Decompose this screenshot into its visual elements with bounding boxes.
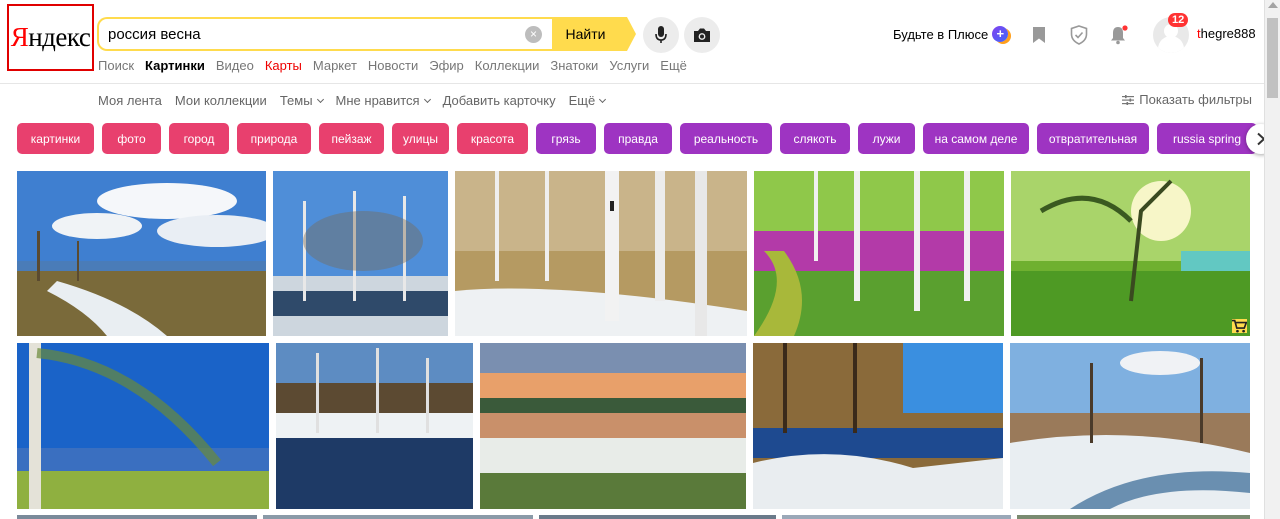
chip-query[interactable]: грязь	[536, 123, 596, 154]
plus-badge-icon: +	[992, 26, 1009, 42]
chip-query[interactable]: природа	[237, 123, 311, 154]
tab-collections[interactable]: Коллекции	[475, 58, 540, 73]
filters-icon	[1122, 94, 1135, 105]
bookmark-icon[interactable]	[1028, 24, 1050, 46]
shield-icon[interactable]	[1068, 24, 1090, 46]
image-result[interactable]	[276, 343, 473, 509]
search-form: × Найти	[97, 17, 636, 51]
notification-count-badge: 12	[1168, 13, 1189, 27]
tab-more[interactable]: Ещё	[660, 58, 687, 73]
tab-news[interactable]: Новости	[368, 58, 418, 73]
show-filters-label: Показать фильтры	[1139, 92, 1252, 107]
my-feed-link[interactable]: Моя лента	[98, 93, 162, 108]
page-scrollbar[interactable]	[1264, 0, 1280, 519]
yandex-logo[interactable]: Яндекс	[7, 4, 94, 71]
tab-market[interactable]: Маркет	[313, 58, 357, 73]
image-result[interactable]	[754, 171, 1004, 336]
liked-dropdown[interactable]: Мне нравится	[335, 93, 431, 108]
liked-label: Мне нравится	[335, 93, 420, 108]
search-button[interactable]: Найти	[552, 17, 636, 51]
more-dropdown[interactable]: Ещё	[568, 93, 607, 108]
image-result[interactable]	[782, 515, 1011, 519]
plus-link[interactable]: Будьте в Плюсе +	[893, 26, 1009, 42]
image-result[interactable]	[273, 171, 448, 336]
tab-images[interactable]: Картинки	[145, 58, 205, 73]
bell-icon[interactable]	[1107, 24, 1129, 46]
my-collections-link[interactable]: Мои коллекции	[175, 93, 267, 108]
chevron-down-icon	[316, 95, 324, 103]
plus-label: Будьте в Плюсе	[893, 26, 989, 42]
image-result[interactable]	[753, 343, 1003, 509]
microphone-icon	[655, 26, 667, 43]
voice-search-button[interactable]	[643, 17, 679, 53]
image-result[interactable]	[263, 515, 533, 519]
related-queries: картинки фото город природа пейзаж улицы красо…	[17, 123, 1263, 154]
chip-query[interactable]: фото	[102, 123, 161, 154]
topics-label: Темы	[279, 93, 313, 108]
image-search-button[interactable]	[684, 17, 720, 53]
header: Яндекс × Найти Будьте в Плюсе + 1	[0, 0, 1280, 84]
logo-text: Яндекс	[10, 22, 91, 52]
more-label: Ещё	[568, 93, 596, 108]
camera-icon	[694, 28, 710, 42]
search-input[interactable]	[99, 19, 509, 49]
cart-icon[interactable]	[1232, 319, 1247, 333]
image-result[interactable]	[539, 515, 776, 519]
chevron-down-icon	[423, 95, 431, 103]
chevron-down-icon	[599, 95, 607, 103]
chip-query[interactable]: слякоть	[780, 123, 850, 154]
topics-dropdown[interactable]: Темы	[279, 93, 324, 108]
show-filters-button[interactable]: Показать фильтры	[1122, 92, 1252, 107]
tab-services[interactable]: Услуги	[609, 58, 649, 73]
chip-query[interactable]: на самом деле	[923, 123, 1029, 154]
username[interactable]: thegre888	[1197, 26, 1256, 41]
service-tabs: Поиск Картинки Видео Карты Маркет Новост…	[98, 58, 687, 73]
image-result[interactable]	[480, 343, 746, 509]
chip-query[interactable]: отвратительная	[1037, 123, 1149, 154]
image-result[interactable]	[455, 171, 747, 336]
image-result[interactable]	[17, 171, 266, 336]
chip-query[interactable]: пейзаж	[319, 123, 384, 154]
images-subnav: Моя лента Мои коллекции Темы Мне нравитс…	[98, 93, 607, 108]
chip-query[interactable]: правда	[604, 123, 672, 154]
image-result[interactable]	[17, 515, 257, 519]
clear-icon[interactable]: ×	[525, 26, 542, 43]
image-result[interactable]	[17, 343, 269, 509]
chip-query[interactable]: реальность	[680, 123, 772, 154]
chip-query[interactable]: картинки	[17, 123, 94, 154]
chip-query[interactable]: красота	[457, 123, 528, 154]
tab-search[interactable]: Поиск	[98, 58, 134, 73]
image-result[interactable]	[1017, 515, 1250, 519]
scroll-up-icon[interactable]	[1268, 2, 1278, 8]
tab-video[interactable]: Видео	[216, 58, 254, 73]
chip-query[interactable]: лужи	[858, 123, 915, 154]
chip-query[interactable]: улицы	[392, 123, 449, 154]
tab-maps[interactable]: Карты	[265, 58, 302, 73]
add-card-link[interactable]: Добавить карточку	[443, 93, 556, 108]
search-box: ×	[97, 17, 552, 51]
chip-query[interactable]: russia spring	[1157, 123, 1257, 154]
chip-query[interactable]: город	[169, 123, 229, 154]
tab-experts[interactable]: Знатоки	[550, 58, 598, 73]
scroll-thumb[interactable]	[1267, 18, 1278, 98]
image-result[interactable]	[1011, 171, 1250, 336]
tab-live[interactable]: Эфир	[429, 58, 464, 73]
image-result[interactable]	[1010, 343, 1250, 509]
